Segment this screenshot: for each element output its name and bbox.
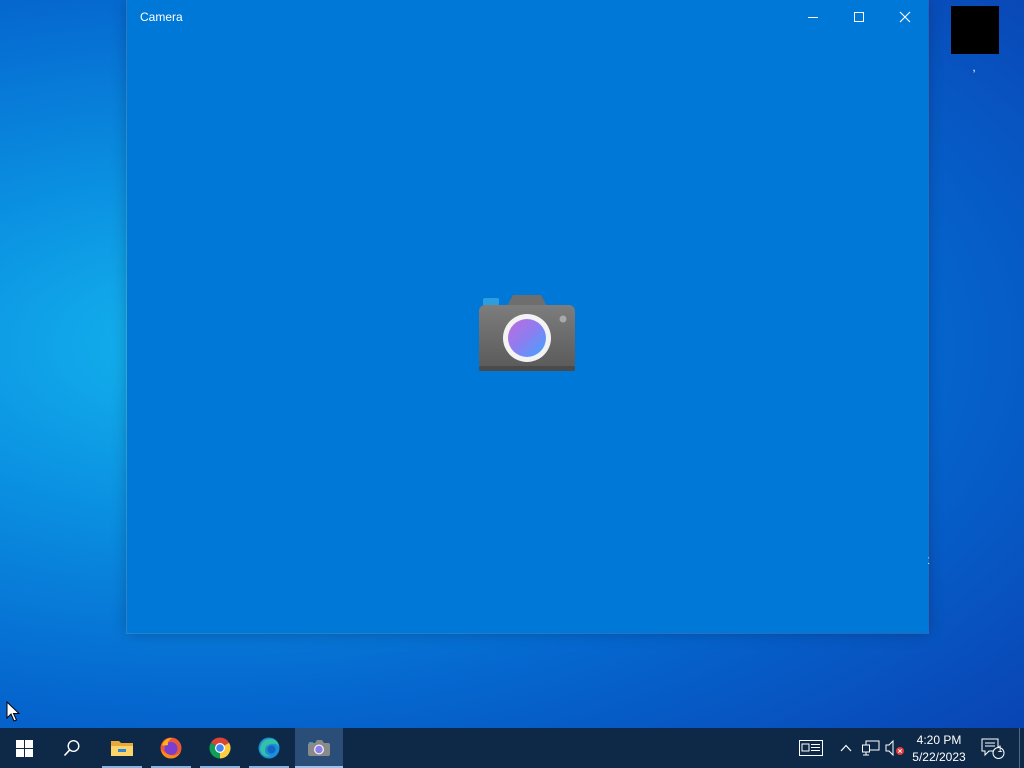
clock-time: 4:20 PM <box>916 733 962 747</box>
file-explorer-icon <box>111 741 133 756</box>
edge-icon <box>258 737 280 759</box>
show-hidden-icons-button[interactable] <box>836 728 856 768</box>
camera-splash-icon <box>479 295 575 371</box>
clock-date: 5/22/2023 <box>912 750 966 764</box>
start-button[interactable] <box>0 728 48 768</box>
camera-window: Camera <box>126 0 929 634</box>
mouse-cursor-icon <box>6 701 20 722</box>
start-icon <box>15 739 33 757</box>
network-icon <box>862 740 880 756</box>
firefox-button[interactable] <box>147 728 195 768</box>
close-button[interactable] <box>882 0 928 33</box>
show-desktop-button[interactable] <box>1019 728 1024 768</box>
volume-button[interactable] <box>884 728 906 768</box>
minimize-button[interactable] <box>790 0 836 33</box>
camera-icon <box>308 740 330 756</box>
chevron-up-icon <box>840 744 852 752</box>
camera-taskbar-button[interactable] <box>295 728 343 768</box>
desktop-shortcut-icon[interactable] <box>951 6 999 54</box>
clock[interactable]: 4:20 PM 5/22/2023 <box>905 732 973 766</box>
title-bar[interactable]: Camera <box>127 0 928 33</box>
minimize-icon <box>808 16 818 18</box>
chrome-icon <box>209 737 231 759</box>
volume-muted-icon <box>885 740 904 756</box>
file-explorer-button[interactable] <box>98 728 146 768</box>
search-button[interactable] <box>48 728 96 768</box>
edge-button[interactable] <box>245 728 293 768</box>
desktop-shortcut-label: , <box>972 60 976 74</box>
close-icon <box>899 11 911 22</box>
taskbar: 4:20 PM 5/22/2023 1 <box>0 728 1024 768</box>
maximize-button[interactable] <box>836 0 882 33</box>
notification-count: 1 <box>997 744 1003 754</box>
search-icon <box>63 739 80 757</box>
chrome-button[interactable] <box>196 728 244 768</box>
maximize-icon <box>854 11 864 22</box>
news-icon <box>799 740 823 756</box>
network-button[interactable] <box>860 728 882 768</box>
news-button[interactable] <box>796 728 826 768</box>
firefox-icon <box>160 737 182 759</box>
window-title: Camera <box>140 10 183 24</box>
action-center-button[interactable]: 1 <box>980 728 1006 768</box>
